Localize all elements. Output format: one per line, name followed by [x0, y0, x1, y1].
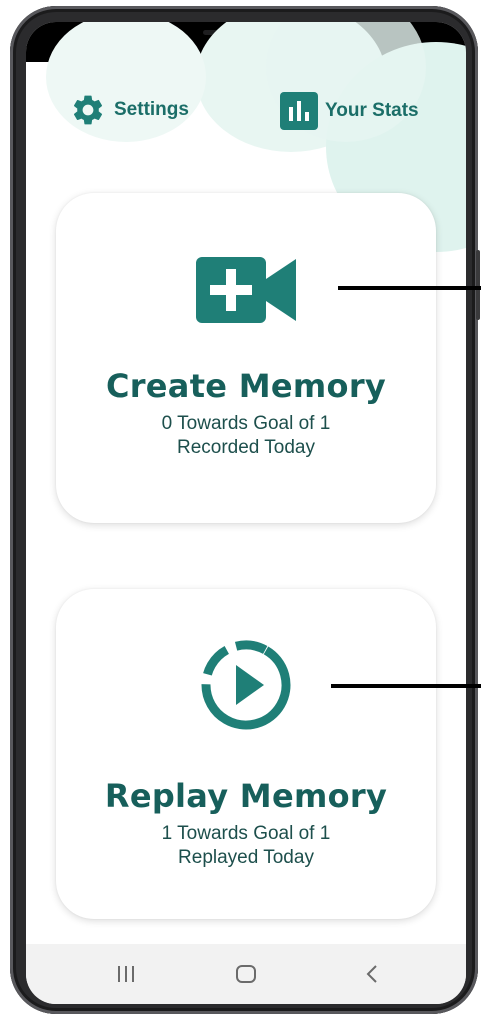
recent-apps-icon — [118, 966, 134, 982]
annotation-pointer-line — [331, 684, 481, 688]
settings-label: Settings — [114, 99, 189, 120]
phone-side-button — [476, 250, 480, 320]
create-memory-subtitle: Recorded Today — [176, 437, 316, 458]
recent-apps-button[interactable] — [96, 944, 156, 1004]
replay-memory-subtitle: Replayed Today — [178, 847, 314, 868]
bar-chart-icon — [280, 92, 318, 130]
create-memory-progress: 0 Towards Goal of 1 — [161, 413, 331, 434]
app-screen: Settings Your Stats Create Memory 0 Towa… — [26, 22, 466, 1004]
back-chevron-icon — [366, 965, 377, 983]
your-stats-button[interactable]: Your Stats — [280, 92, 419, 130]
home-button[interactable] — [216, 944, 276, 1004]
gear-icon — [73, 95, 103, 125]
video-plus-icon — [196, 257, 296, 323]
back-button[interactable] — [342, 944, 402, 1004]
settings-button[interactable]: Settings — [70, 92, 189, 128]
replay-memory-card[interactable]: Replay Memory 1 Towards Goal of 1 Replay… — [56, 589, 436, 919]
create-memory-title: Create Memory — [105, 367, 387, 405]
android-nav-bar — [26, 944, 466, 1004]
replay-memory-title: Replay Memory — [104, 777, 388, 815]
annotation-pointer-line — [338, 286, 481, 290]
home-icon — [236, 965, 256, 983]
replay-play-icon — [201, 640, 291, 730]
replay-memory-progress: 1 Towards Goal of 1 — [161, 823, 331, 844]
your-stats-label: Your Stats — [325, 100, 419, 121]
create-memory-card[interactable]: Create Memory 0 Towards Goal of 1 Record… — [56, 193, 436, 523]
